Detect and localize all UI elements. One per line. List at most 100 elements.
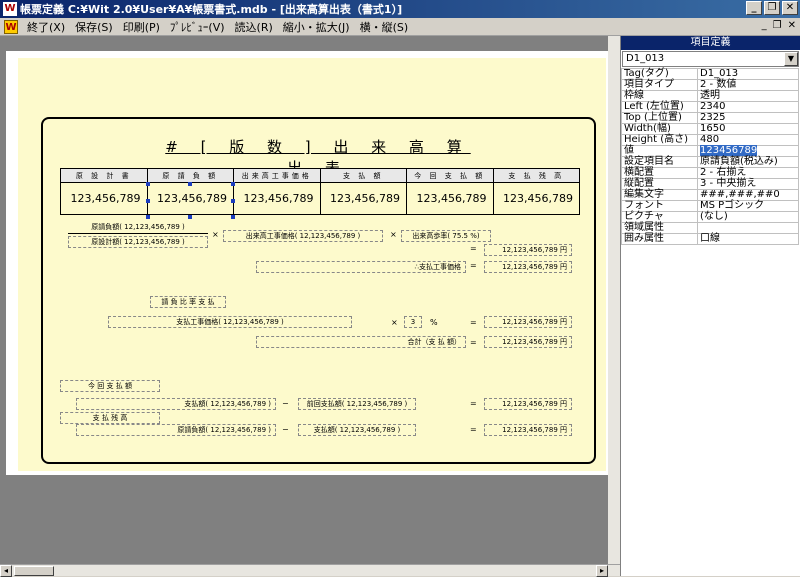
- close-button[interactable]: ✕: [782, 1, 798, 15]
- value-cell[interactable]: 123,456,789: [60, 182, 148, 215]
- result-5[interactable]: 12,123,456,789 円: [484, 398, 572, 410]
- header-cell[interactable]: 支 払 額: [319, 168, 407, 183]
- result-2[interactable]: 12,123,456,789 円: [484, 261, 572, 273]
- field-contract-amount-2[interactable]: 原請負額( 12,123,456,789 ): [76, 424, 276, 436]
- property-value[interactable]: (なし): [697, 211, 799, 223]
- selection-handle[interactable]: [231, 215, 235, 219]
- property-row[interactable]: 設定項目名 原請負額(税込み): [621, 156, 799, 168]
- property-row[interactable]: 囲み属性 口線: [621, 233, 799, 245]
- property-row[interactable]: 領域属性: [621, 222, 799, 234]
- chevron-down-icon[interactable]: ▼: [784, 52, 798, 66]
- document-icon[interactable]: W: [4, 19, 18, 34]
- item-select[interactable]: D1_013 ▼: [622, 51, 799, 67]
- property-value[interactable]: 480: [697, 134, 799, 146]
- property-value[interactable]: 2 - 右揃え: [697, 167, 799, 179]
- mdi-minimize-icon[interactable]: _: [762, 20, 767, 31]
- property-value[interactable]: 3 - 中央揃え: [697, 178, 799, 190]
- value-cell[interactable]: 123,456,789: [233, 182, 321, 215]
- field-percent-value[interactable]: 3: [404, 316, 422, 328]
- vertical-scrollbar[interactable]: [608, 36, 620, 564]
- property-row[interactable]: ピクチャ (なし): [621, 211, 799, 223]
- item-select-value: D1_013: [626, 53, 665, 64]
- result-4[interactable]: 12,123,456,789 円: [484, 336, 572, 348]
- property-row[interactable]: Top (上位置) 2325: [621, 112, 799, 124]
- selection-handle[interactable]: [146, 199, 150, 203]
- property-value[interactable]: 原請負額(税込み): [697, 156, 799, 168]
- scroll-thumb[interactable]: [14, 566, 54, 576]
- value-cell[interactable]: 123,456,789: [406, 182, 494, 215]
- label-total[interactable]: 合計（支 払 額）: [256, 336, 466, 348]
- property-value[interactable]: 2325: [697, 112, 799, 124]
- header-cell[interactable]: 原 請 負 額: [146, 168, 234, 183]
- property-value[interactable]: [697, 222, 799, 234]
- section-current-payment[interactable]: 今 回 支 払 額: [60, 380, 160, 392]
- field-payment-price[interactable]: 支払工事価格( 12,123,456,789 ): [108, 316, 352, 328]
- property-value[interactable]: 2 - 数値: [697, 79, 799, 91]
- section-balance[interactable]: 支 払 残 高: [60, 412, 160, 424]
- selection-handle[interactable]: [188, 182, 192, 186]
- mdi-restore-icon[interactable]: ❐: [773, 20, 782, 31]
- header-cell[interactable]: 出来高工事価格: [233, 168, 321, 183]
- property-row[interactable]: Left (左位置) 2340: [621, 101, 799, 113]
- property-row[interactable]: 値 123456789: [621, 145, 799, 157]
- result-1[interactable]: 12,123,456,789 円: [484, 244, 572, 256]
- menu-orientation[interactable]: 横・縦(S): [355, 19, 414, 35]
- property-value[interactable]: 2340: [697, 101, 799, 113]
- property-row[interactable]: 縦配置 3 - 中央揃え: [621, 178, 799, 190]
- property-value[interactable]: 1650: [697, 123, 799, 135]
- maximize-button[interactable]: ❐: [764, 1, 780, 15]
- horizontal-scrollbar[interactable]: ◂ ▸: [0, 564, 620, 577]
- menu-load[interactable]: 読込(R): [230, 19, 278, 35]
- property-row[interactable]: Height (高さ) 480: [621, 134, 799, 146]
- result-3[interactable]: 12,123,456,789 円: [484, 316, 572, 328]
- menu-zoom[interactable]: 縮小・拡大(J): [278, 19, 355, 35]
- property-value[interactable]: 口線: [697, 233, 799, 245]
- property-value[interactable]: ###,###,##0: [697, 189, 799, 201]
- menu-preview[interactable]: ﾌﾟﾚﾋﾞｭｰ(V): [165, 19, 230, 35]
- menu-save[interactable]: 保存(S): [70, 19, 118, 35]
- field-contract-amount[interactable]: 原請負額( 12,123,456,789 ): [68, 222, 208, 234]
- property-row[interactable]: Width(幅) 1650: [621, 123, 799, 135]
- selection-handle[interactable]: [231, 199, 235, 203]
- field-payment-2[interactable]: 支払額( 12,123,456,789 ): [298, 424, 416, 436]
- property-row[interactable]: 枠線 透明: [621, 90, 799, 102]
- field-design-amount[interactable]: 原設計額( 12,123,456,789 ): [68, 236, 208, 248]
- property-row[interactable]: 項目タイプ 2 - 数値: [621, 79, 799, 91]
- design-canvas[interactable]: # [ 版 数 ] 出 来 高 算 出 表 原 設 計 書 原 請 負 額 出来…: [0, 36, 620, 564]
- selection-handle[interactable]: [146, 182, 150, 186]
- label-payment-price[interactable]: ∴支払工事価格: [256, 261, 466, 273]
- property-value[interactable]: MS Pゴシック: [697, 200, 799, 212]
- value-cell[interactable]: 123,456,789: [492, 182, 580, 215]
- mdi-close-icon[interactable]: ✕: [788, 20, 796, 31]
- header-cell[interactable]: 支 払 残 高: [492, 168, 580, 183]
- field-progress-rate[interactable]: 出来高歩率( 75.5 %): [401, 230, 491, 242]
- property-row[interactable]: フォント MS Pゴシック: [621, 200, 799, 212]
- menu-exit[interactable]: 終了(X): [22, 19, 70, 35]
- property-value[interactable]: D1_013: [697, 68, 799, 80]
- property-row[interactable]: 編集文字 ###,###,##0: [621, 189, 799, 201]
- header-cell[interactable]: 原 設 計 書: [60, 168, 148, 183]
- field-previous-payment[interactable]: 前回支払額( 12,123,456,789 ): [298, 398, 416, 410]
- selection-handle[interactable]: [146, 215, 150, 219]
- property-value[interactable]: 透明: [697, 90, 799, 102]
- selection-handle[interactable]: [188, 215, 192, 219]
- result-6[interactable]: 12,123,456,789 円: [484, 424, 572, 436]
- property-value-selected[interactable]: 123456789: [700, 145, 758, 156]
- menu-print[interactable]: 印刷(P): [118, 19, 165, 35]
- section-payment-ratio[interactable]: 請 負 比 率 支 払: [150, 296, 226, 308]
- report-title[interactable]: # [ 版 数 ] 出 来 高 算 出 表: [148, 136, 488, 177]
- field-progress-price[interactable]: 出来高工事価格( 12,123,456,789 ): [223, 230, 383, 242]
- property-key: 囲み属性: [621, 233, 698, 245]
- minimize-button[interactable]: _: [746, 1, 762, 15]
- property-row[interactable]: 横配置 2 - 右揃え: [621, 167, 799, 179]
- scroll-right-icon[interactable]: ▸: [596, 565, 608, 577]
- value-cell-selected[interactable]: 123,456,789: [146, 182, 234, 215]
- header-cell[interactable]: 今 回 支 払 額: [406, 168, 494, 183]
- selection-handle[interactable]: [231, 182, 235, 186]
- field-payment[interactable]: 支払額( 12,123,456,789 ): [76, 398, 276, 410]
- property-value[interactable]: 123456789: [697, 145, 799, 157]
- property-row[interactable]: Tag(タグ) D1_013: [621, 68, 799, 80]
- property-key: 縦配置: [621, 178, 698, 190]
- value-cell[interactable]: 123,456,789: [319, 182, 407, 215]
- scroll-left-icon[interactable]: ◂: [0, 565, 12, 577]
